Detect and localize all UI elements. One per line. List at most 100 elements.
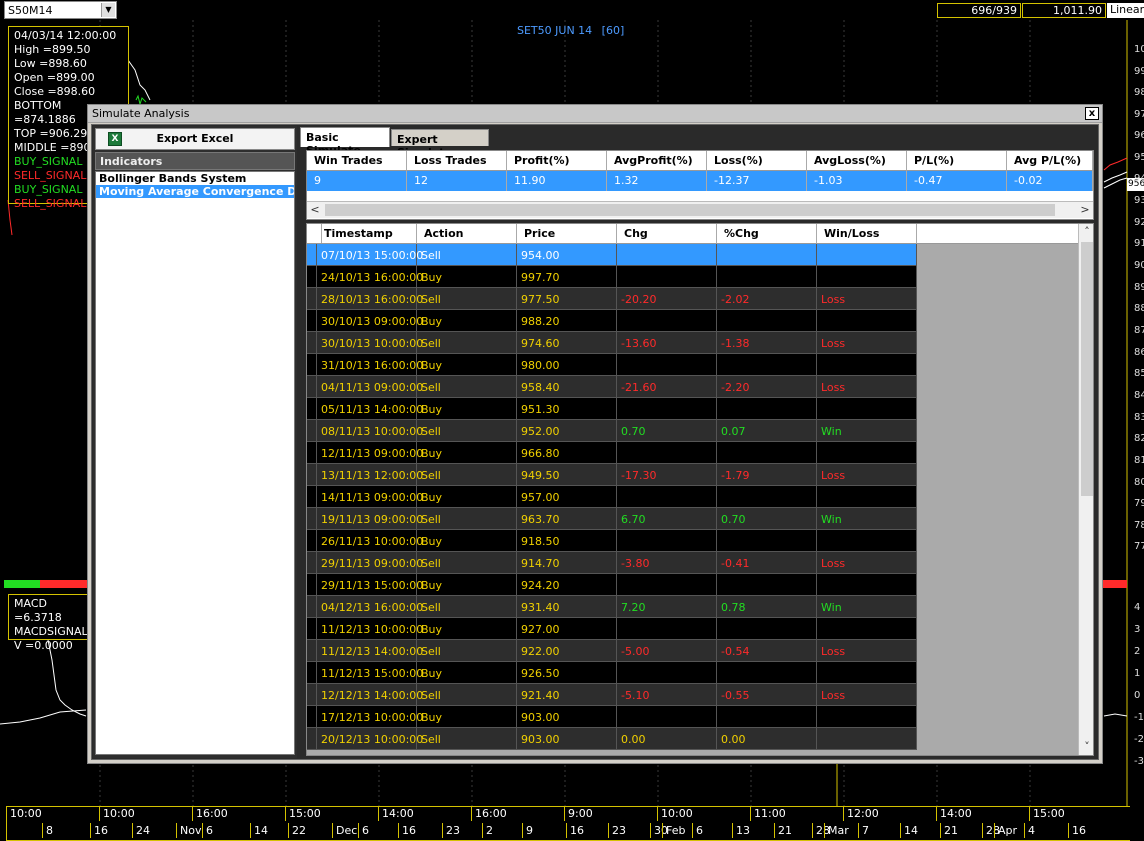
- table-row[interactable]: 04/11/13 09:00:00 Sell 958.40 -21.60 -2.20 Lo…: [307, 376, 917, 398]
- summary-header-cell[interactable]: AvgProfit(%): [607, 151, 707, 171]
- table-row[interactable]: 12/12/13 14:00:00 Sell 921.40 -5.10 -0.55 Los…: [307, 684, 917, 706]
- tab-expert-simulate[interactable]: Expert Simulate: [391, 129, 489, 159]
- x-axis-time-label: 12:00: [843, 806, 936, 821]
- trade-cell-ts: 13/11/13 12:00:00: [317, 464, 423, 486]
- table-row[interactable]: 12/11/13 09:00:00 Buy 966.80: [307, 442, 917, 464]
- summary-header-cell[interactable]: Win Trades: [307, 151, 407, 171]
- trade-cell-action: Sell: [417, 508, 517, 530]
- indicator-item-macd[interactable]: Moving Average Convergence Dive: [96, 185, 294, 198]
- row-gutter: [307, 596, 317, 618]
- scroll-right-icon[interactable]: >: [1077, 202, 1093, 218]
- x-axis-date-label: 23: [442, 823, 460, 838]
- excel-icon: X: [108, 132, 122, 146]
- export-excel-button[interactable]: X Export Excel: [95, 128, 295, 150]
- y-axis-label: 90: [1134, 260, 1144, 271]
- trade-cell-pct: 0.78: [717, 596, 817, 618]
- table-row[interactable]: 08/11/13 10:00:00 Sell 952.00 0.70 0.07 Win: [307, 420, 917, 442]
- table-row[interactable]: 17/12/13 10:00:00 Buy 903.00: [307, 706, 917, 728]
- y-axis-label: 83: [1134, 412, 1144, 423]
- info-open: Open =899.00: [14, 71, 95, 84]
- trade-cell-pct: 0.00: [717, 728, 817, 750]
- trade-cell-chg: [617, 706, 717, 728]
- summary-value-cell: 12: [407, 171, 507, 191]
- trade-cell-wl: [817, 706, 917, 728]
- trade-cell-price: 974.60: [517, 332, 617, 354]
- trade-cell-ts: 28/10/13 16:00:00: [317, 288, 423, 310]
- y-axis-label: 4: [1134, 602, 1141, 613]
- horizontal-scroll-thumb[interactable]: [325, 204, 1055, 216]
- summary-header-cell[interactable]: Avg P/L(%): [1007, 151, 1093, 171]
- trades-header-cell[interactable]: Timestamp: [317, 224, 417, 244]
- row-gutter: [307, 354, 317, 376]
- trades-header-cell[interactable]: %Chg: [717, 224, 817, 244]
- summary-header-cell[interactable]: Profit(%): [507, 151, 607, 171]
- trade-cell-price: 931.40: [517, 596, 617, 618]
- table-row[interactable]: 29/11/13 15:00:00 Buy 924.20: [307, 574, 917, 596]
- indicator-item-bollinger[interactable]: Bollinger Bands System: [96, 172, 294, 185]
- table-row[interactable]: 26/11/13 10:00:00 Buy 918.50: [307, 530, 917, 552]
- table-row[interactable]: 30/10/13 10:00:00 Sell 974.60 -13.60 -1.38 Lo…: [307, 332, 917, 354]
- scroll-up-icon[interactable]: ˄: [1079, 224, 1093, 240]
- scroll-down-icon[interactable]: ˅: [1079, 739, 1093, 755]
- tab-basic-simulate[interactable]: Basic Simulate: [300, 127, 390, 157]
- table-row[interactable]: 28/10/13 16:00:00 Sell 977.50 -20.20 -2.02 Lo…: [307, 288, 917, 310]
- trade-cell-ts: 20/12/13 10:00:00: [317, 728, 423, 750]
- table-row[interactable]: 24/10/13 16:00:00 Buy 997.70: [307, 266, 917, 288]
- trade-cell-pct: [717, 244, 817, 266]
- trade-cell-action: Buy: [417, 266, 517, 288]
- summary-data-row[interactable]: 9 12 11.90 1.32 -12.37 -1.03 -0.47 -0.02: [307, 171, 1093, 191]
- trades-header-cell[interactable]: Chg: [617, 224, 717, 244]
- table-row[interactable]: 07/10/13 15:00:00 Sell 954.00: [307, 244, 917, 266]
- table-row[interactable]: 11/12/13 15:00:00 Buy 926.50: [307, 662, 917, 684]
- trade-cell-chg: [617, 574, 717, 596]
- trade-cell-price: 963.70: [517, 508, 617, 530]
- table-row[interactable]: 20/12/13 10:00:00 Sell 903.00 0.00 0.00: [307, 728, 917, 750]
- trade-cell-action: Sell: [417, 420, 517, 442]
- table-row[interactable]: 19/11/13 09:00:00 Sell 963.70 6.70 0.70 Win: [307, 508, 917, 530]
- symbol-select[interactable]: S50M14 ▼: [4, 1, 117, 19]
- vertical-scrollbar[interactable]: ˄ ˅: [1078, 224, 1093, 755]
- table-row[interactable]: 05/11/13 14:00:00 Buy 951.30: [307, 398, 917, 420]
- table-row[interactable]: 04/12/13 16:00:00 Sell 931.40 7.20 0.78 Win: [307, 596, 917, 618]
- trade-cell-price: 951.30: [517, 398, 617, 420]
- close-icon[interactable]: x: [1085, 107, 1099, 120]
- table-row[interactable]: 13/11/13 12:00:00 Sell 949.50 -17.30 -1.79 Lo…: [307, 464, 917, 486]
- y-axis-label: 2: [1134, 646, 1141, 657]
- trade-cell-action: Buy: [417, 486, 517, 508]
- horizontal-scrollbar[interactable]: < >: [307, 201, 1093, 218]
- trades-header-cell[interactable]: Action: [417, 224, 517, 244]
- chart-title: SET50 JUN 14 [60]: [517, 24, 624, 37]
- scale-select[interactable]: Linear: [1107, 3, 1144, 18]
- info-low: Low =898.60: [14, 57, 87, 70]
- macd-v: V =0.0000: [14, 639, 73, 652]
- x-axis-date-label: 16: [90, 823, 108, 838]
- row-gutter: [307, 684, 317, 706]
- table-row[interactable]: 14/11/13 09:00:00 Buy 957.00: [307, 486, 917, 508]
- y-axis-label: 0: [1134, 690, 1141, 701]
- vertical-scroll-thumb[interactable]: [1081, 242, 1093, 496]
- left-pane: X Export Excel Indicators Bollinger Band…: [93, 126, 297, 758]
- trade-cell-chg: [617, 354, 717, 376]
- trades-header-cell[interactable]: Price: [517, 224, 617, 244]
- trade-cell-ts: 24/10/13 16:00:00: [317, 266, 423, 288]
- table-row[interactable]: 11/12/13 14:00:00 Sell 922.00 -5.00 -0.54 Los…: [307, 640, 917, 662]
- trade-cell-ts: 17/12/13 10:00:00: [317, 706, 423, 728]
- table-row[interactable]: 30/10/13 09:00:00 Buy 988.20: [307, 310, 917, 332]
- scroll-left-icon[interactable]: <: [307, 202, 323, 218]
- y-axis: 100 99 98 97 96 95 94 93 92 91 90 89 88 87 86 85 84 83 82 8…: [1128, 30, 1144, 800]
- trade-cell-wl: [817, 486, 917, 508]
- summary-header-cell[interactable]: AvgLoss(%): [807, 151, 907, 171]
- chevron-down-icon[interactable]: ▼: [101, 3, 115, 17]
- summary-header-cell[interactable]: Loss Trades: [407, 151, 507, 171]
- dialog-title-bar[interactable]: Simulate Analysis: [88, 105, 1102, 123]
- trades-header-cell[interactable]: Win/Loss: [817, 224, 917, 244]
- table-row[interactable]: 29/11/13 09:00:00 Sell 914.70 -3.80 -0.41 Los…: [307, 552, 917, 574]
- table-row[interactable]: 31/10/13 16:00:00 Buy 980.00: [307, 354, 917, 376]
- summary-header-cell[interactable]: Loss(%): [707, 151, 807, 171]
- summary-header-cell[interactable]: P/L(%): [907, 151, 1007, 171]
- trade-cell-price: 921.40: [517, 684, 617, 706]
- indicators-list[interactable]: Bollinger Bands System Moving Average Co…: [95, 171, 295, 755]
- trade-cell-action: Sell: [417, 684, 517, 706]
- table-row[interactable]: 11/12/13 10:00:00 Buy 927.00: [307, 618, 917, 640]
- y-axis-label: -1: [1134, 712, 1144, 723]
